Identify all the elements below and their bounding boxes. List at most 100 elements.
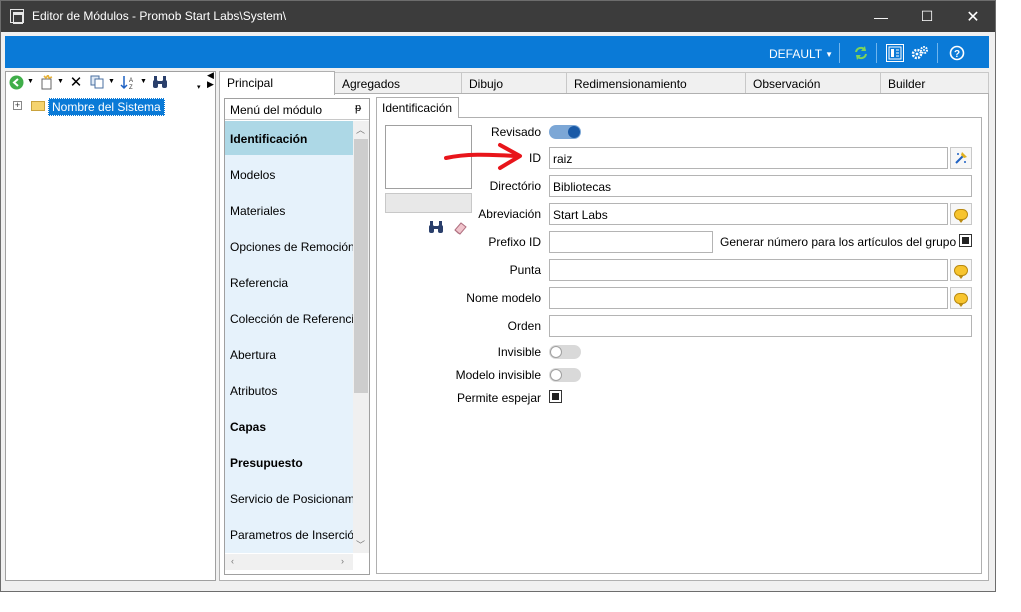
title-bar: Editor de Módulos - Promob Start Labs\Sy… bbox=[1, 1, 995, 32]
preset-dropdown[interactable]: DEFAULT ▼ bbox=[769, 47, 833, 61]
minimize-button[interactable]: — bbox=[858, 1, 904, 32]
menu-item-servicio-posicionamiento[interactable]: Servicio de Posicionamiento bbox=[225, 481, 353, 515]
punta-label: Punta bbox=[509, 263, 541, 277]
id-picker-button[interactable] bbox=[950, 147, 972, 169]
refresh-icon[interactable] bbox=[852, 44, 870, 62]
menu-item-identificacion[interactable]: Identificación bbox=[225, 121, 353, 155]
permite-espejar-checkbox[interactable] bbox=[549, 390, 562, 403]
layout-icon[interactable] bbox=[886, 44, 904, 62]
menu-item-modelos[interactable]: Modelos bbox=[225, 157, 353, 191]
chevron-down-icon[interactable]: ▼ bbox=[140, 78, 147, 85]
new-item-icon[interactable] bbox=[39, 73, 55, 91]
close-button[interactable]: ✕ bbox=[950, 1, 996, 32]
ribbon-bar: DEFAULT ▼ ? bbox=[5, 36, 989, 68]
abreviacion-field[interactable]: Start Labs bbox=[549, 203, 948, 225]
generar-numero-label: Generar número para los artículos del gr… bbox=[720, 235, 957, 249]
module-menu-header: Menú del módulo ᵽ bbox=[225, 99, 369, 120]
tab-dibujo[interactable]: Dibujo bbox=[461, 72, 567, 94]
copy-icon[interactable] bbox=[89, 73, 105, 91]
app-icon bbox=[10, 9, 24, 24]
toggle-knob bbox=[568, 126, 580, 138]
chevron-down-icon[interactable]: ▼ bbox=[57, 78, 64, 85]
folder-icon bbox=[31, 101, 45, 111]
scroll-up-icon[interactable]: ︿ bbox=[356, 123, 365, 136]
expand-icon[interactable]: + bbox=[13, 101, 22, 110]
id-label: ID bbox=[529, 151, 541, 165]
tab-observacion[interactable]: Observación bbox=[745, 72, 881, 94]
prefijo-id-field[interactable] bbox=[549, 231, 713, 253]
toolbar-overflow-icon[interactable]: ▾ bbox=[197, 83, 201, 91]
svg-text:A: A bbox=[129, 78, 133, 84]
menu-item-parametros-insercion[interactable]: Parametros de Inserción bbox=[225, 517, 353, 551]
tab-identificacion[interactable]: Identificación bbox=[376, 97, 460, 118]
delete-icon[interactable]: ✕ bbox=[68, 73, 84, 91]
menu-item-presupuesto[interactable]: Presupuesto bbox=[225, 445, 353, 479]
pin-icon[interactable]: ᵽ bbox=[355, 102, 361, 114]
revisado-label: Revisado bbox=[490, 125, 541, 139]
menu-item-coleccion-referencias[interactable]: Colección de Referencias bbox=[225, 301, 353, 335]
tab-agregados[interactable]: Agregados bbox=[334, 72, 462, 94]
collapse-pane-toggle[interactable]: ◀ ▶ bbox=[205, 70, 219, 92]
toggle-knob bbox=[550, 369, 562, 381]
module-menu-list: Identificación Modelos Materiales Opcion… bbox=[225, 121, 353, 553]
nome-modelo-translate-button[interactable] bbox=[950, 287, 972, 309]
prefijo-id-label: Prefixo ID bbox=[488, 235, 541, 249]
menu-item-capas[interactable]: Capas bbox=[225, 409, 353, 443]
menu-item-abertura[interactable]: Abertura bbox=[225, 337, 353, 371]
ribbon-divider bbox=[937, 43, 938, 63]
maximize-button[interactable]: ☐ bbox=[904, 1, 950, 32]
invisible-toggle[interactable] bbox=[549, 345, 581, 359]
main-tabs: Principal Agregados Dibujo Redimensionam… bbox=[219, 71, 989, 95]
revisado-toggle[interactable] bbox=[549, 125, 581, 139]
modelo-invisible-label: Modelo invisible bbox=[455, 368, 541, 382]
speech-bubble-icon bbox=[954, 208, 968, 223]
arrow-right-icon: ▶ bbox=[207, 79, 214, 89]
orden-label: Orden bbox=[507, 319, 541, 333]
menu-item-referencia[interactable]: Referencia bbox=[225, 265, 353, 299]
scroll-down-icon[interactable]: ﹀ bbox=[356, 538, 365, 551]
directorio-label: Directório bbox=[489, 179, 541, 193]
ribbon-divider bbox=[839, 43, 840, 63]
tab-redimensionamiento[interactable]: Redimensionamiento bbox=[566, 72, 746, 94]
orden-field[interactable] bbox=[549, 315, 972, 337]
directorio-field[interactable]: Bibliotecas bbox=[549, 175, 972, 197]
preset-label: DEFAULT bbox=[769, 47, 823, 61]
svg-text:Z: Z bbox=[129, 85, 133, 90]
chevron-down-icon[interactable]: ▼ bbox=[108, 78, 115, 85]
sort-icon[interactable]: AZ bbox=[119, 73, 137, 91]
find-icon[interactable] bbox=[151, 73, 169, 91]
speech-bubble-icon bbox=[954, 292, 968, 307]
tab-principal[interactable]: Principal bbox=[219, 71, 335, 95]
chevron-down-icon[interactable]: ▼ bbox=[27, 78, 34, 85]
id-field[interactable]: raiz bbox=[549, 147, 948, 169]
menu-item-materiales[interactable]: Materiales bbox=[225, 193, 353, 227]
tree-node-label[interactable]: Nombre del Sistema bbox=[48, 98, 165, 116]
tree-toolbar: ▼ ▼ ✕ ▼ AZ ▼ ▾ bbox=[5, 73, 205, 93]
settings-gears-icon[interactable] bbox=[911, 44, 929, 62]
help-icon[interactable]: ? bbox=[948, 44, 966, 62]
menu-vertical-scrollbar[interactable]: ︿ ﹀ bbox=[353, 121, 369, 553]
punta-translate-button[interactable] bbox=[950, 259, 972, 281]
abreviacion-translate-button[interactable] bbox=[950, 203, 972, 225]
permite-espejar-label: Permite espejar bbox=[456, 391, 541, 405]
chevron-down-icon: ▼ bbox=[825, 50, 834, 59]
speech-bubble-icon bbox=[954, 264, 968, 279]
nome-modelo-field[interactable] bbox=[549, 287, 948, 309]
scroll-left-icon[interactable]: ‹ bbox=[231, 556, 234, 566]
scrollbar-thumb[interactable] bbox=[354, 139, 368, 393]
module-menu-title: Menú del módulo bbox=[230, 103, 323, 117]
tab-builder[interactable]: Builder bbox=[880, 72, 989, 94]
ribbon-divider bbox=[876, 43, 877, 63]
scroll-right-icon[interactable]: › bbox=[341, 556, 344, 566]
menu-horizontal-scrollbar[interactable]: ‹ › bbox=[225, 554, 353, 570]
menu-item-opciones-remocion[interactable]: Opciones de Remoción bbox=[225, 229, 353, 263]
module-menu-panel: Menú del módulo ᵽ Identificación Modelos… bbox=[224, 98, 370, 575]
back-green-arrow-icon[interactable] bbox=[8, 73, 24, 91]
modelo-invisible-toggle[interactable] bbox=[549, 368, 581, 382]
invisible-label: Invisible bbox=[497, 345, 541, 359]
menu-item-atributos[interactable]: Atributos bbox=[225, 373, 353, 407]
punta-field[interactable] bbox=[549, 259, 948, 281]
abreviacion-label: Abreviación bbox=[478, 207, 541, 221]
generar-numero-checkbox[interactable] bbox=[959, 234, 972, 247]
nome-modelo-label: Nome modelo bbox=[466, 291, 541, 305]
